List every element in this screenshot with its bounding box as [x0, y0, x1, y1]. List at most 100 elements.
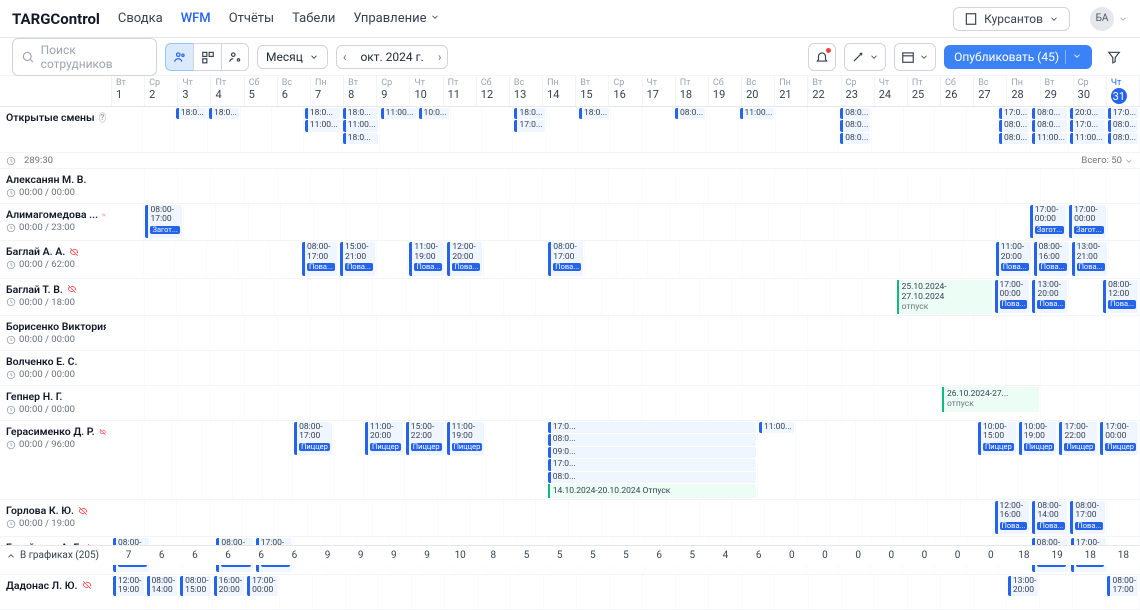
shift-block[interactable]: 08:0...	[1032, 108, 1067, 119]
calendar-cell[interactable]	[808, 386, 841, 420]
calendar-cell[interactable]	[904, 107, 935, 152]
calendar-cell[interactable]	[445, 575, 478, 609]
calendar-cell[interactable]	[278, 316, 311, 350]
calendar-cell[interactable]	[1007, 351, 1040, 385]
calendar-cell[interactable]	[172, 421, 202, 499]
calendar-cell[interactable]: 11:00...	[739, 107, 777, 152]
calendar-cell[interactable]	[471, 500, 504, 536]
shift-block[interactable]: 08:00-16:00Пова...	[1034, 242, 1069, 275]
calendar-cell[interactable]: 13:00-20:00Пова...	[1031, 279, 1069, 316]
view-settings-button[interactable]	[221, 43, 249, 71]
calendar-cell[interactable]	[211, 169, 244, 203]
calendar-cell[interactable]	[272, 107, 303, 152]
calendar-cell[interactable]	[796, 421, 826, 499]
calendar-cell[interactable]	[974, 351, 1007, 385]
shift-block[interactable]: 08:0...	[1108, 133, 1138, 144]
calendar-cell[interactable]	[941, 575, 974, 609]
calendar-cell[interactable]	[1074, 316, 1107, 350]
search-input[interactable]: Поиск сотрудников	[12, 38, 157, 76]
calendar-cell[interactable]	[700, 279, 733, 316]
day-column[interactable]: Вт8	[344, 76, 377, 106]
calendar-cell[interactable]: 08:00-17:00Пиццер	[293, 421, 334, 499]
shift-block[interactable]: 08:00-17:00Загот...	[145, 205, 181, 238]
shift-block[interactable]: 13:00-20:00	[1008, 576, 1039, 597]
calendar-cell[interactable]	[112, 107, 143, 152]
shift-block[interactable]: 08:0...	[999, 133, 1029, 144]
calendar-cell[interactable]	[775, 575, 808, 609]
day-column[interactable]: Пн14	[543, 76, 576, 106]
calendar-cell[interactable]: 17:00-00:00Пова...	[994, 279, 1032, 316]
calendar-cell[interactable]	[875, 169, 908, 203]
calendar-cell[interactable]	[145, 351, 178, 385]
calendar-cell[interactable]: 08:00-17:00Пова...	[547, 241, 585, 277]
shift-block[interactable]: 11:00-19:00Пова...	[409, 242, 444, 275]
shift-block[interactable]: 08:00-17:00Пова...	[1070, 501, 1105, 534]
calendar-cell[interactable]: 17:0...08:0...08:0...	[1107, 107, 1140, 152]
calendar-cell[interactable]	[826, 421, 856, 499]
calendar-cell[interactable]	[484, 241, 516, 277]
day-column[interactable]: Ср9	[377, 76, 410, 106]
day-column[interactable]: Сб26	[941, 76, 974, 106]
shift-block[interactable]: 10:0...	[419, 108, 449, 119]
calendar-cell[interactable]	[313, 575, 346, 609]
calendar-cell[interactable]: 08:0...08:0...11:00...	[1031, 107, 1069, 152]
calendar-cell[interactable]	[648, 241, 680, 277]
calendar-cell[interactable]	[406, 279, 439, 316]
shift-block[interactable]: 11:00...	[740, 108, 775, 119]
day-column[interactable]: Пт4	[211, 76, 244, 106]
calendar-cell[interactable]: 17:00-00:00	[246, 575, 280, 609]
shift-block[interactable]: 17:00-22:00Пиццер	[1059, 422, 1097, 455]
calendar-cell[interactable]	[112, 279, 145, 316]
calendar-cell[interactable]	[477, 351, 510, 385]
day-column[interactable]: Чт24	[875, 76, 908, 106]
calendar-cell[interactable]	[765, 279, 798, 316]
calendar-cell[interactable]	[184, 204, 217, 240]
calendar-cell[interactable]	[709, 316, 742, 350]
day-column[interactable]: Пн21	[775, 76, 808, 106]
shift-block[interactable]: 11:00-19:00Пиццер	[447, 422, 485, 455]
calendar-cell[interactable]	[344, 386, 377, 420]
calendar-cell[interactable]: 08:00-14:00Пова...	[1031, 500, 1069, 536]
shift-block[interactable]: 17:00-00:00Загот...	[1030, 205, 1066, 238]
calendar-cell[interactable]	[112, 500, 145, 536]
calendar-cell[interactable]	[742, 316, 775, 350]
calendar-cell[interactable]	[775, 351, 808, 385]
location-selector[interactable]: Курсантов	[953, 7, 1070, 31]
day-column[interactable]: Ср16	[609, 76, 642, 106]
shift-block[interactable]: 15:00-22:00Пиццер	[406, 422, 444, 455]
calendar-cell[interactable]	[1107, 316, 1140, 350]
shift-block[interactable]: 08:0...	[840, 120, 870, 131]
calendar-cell[interactable]	[808, 169, 841, 203]
calendar-cell[interactable]	[602, 500, 635, 536]
calendar-cell[interactable]	[609, 169, 642, 203]
calendar-cell[interactable]	[875, 575, 908, 609]
shift-block[interactable]: 13:00-20:00Пова...	[1032, 280, 1067, 313]
calendar-cell[interactable]	[634, 500, 667, 536]
calendar-cell[interactable]	[742, 575, 775, 609]
calendar-cell[interactable]: 08:0...	[674, 107, 707, 152]
vacation-block[interactable]: 25.10.2024-27.10.2024отпуск	[897, 280, 992, 315]
calendar-cell[interactable]	[742, 351, 775, 385]
calendar-cell[interactable]	[145, 500, 178, 536]
calendar-cell[interactable]	[569, 279, 602, 316]
calendar-cell[interactable]	[1107, 351, 1140, 385]
shift-block[interactable]: 16:00-20:00	[214, 576, 245, 597]
calendar-cell[interactable]	[676, 575, 709, 609]
calendar-cell[interactable]	[536, 500, 569, 536]
calendar-cell[interactable]	[602, 279, 635, 316]
shift-block[interactable]: 18:0...	[343, 108, 378, 119]
calendar-cell[interactable]: 13:00-21:00Пова...	[1071, 241, 1109, 277]
shift-block[interactable]: 18:0...	[176, 108, 206, 119]
calendar-cell[interactable]	[478, 575, 511, 609]
day-column[interactable]: Чт31	[1107, 76, 1140, 106]
calendar-cell[interactable]	[377, 316, 410, 350]
calendar-cell[interactable]: 08:00-17:00	[1106, 575, 1140, 609]
calendar-cell[interactable]: 12:00-19:00	[112, 575, 146, 609]
calendar-cell[interactable]	[178, 386, 211, 420]
calendar-cell[interactable]	[249, 204, 282, 240]
calendar-cell[interactable]	[643, 107, 674, 152]
calendar-cell[interactable]	[1041, 386, 1074, 420]
calendar-cell[interactable]	[676, 316, 709, 350]
calendar-cell[interactable]	[941, 169, 974, 203]
employee-name[interactable]: Волченко Е. С.	[6, 355, 106, 368]
